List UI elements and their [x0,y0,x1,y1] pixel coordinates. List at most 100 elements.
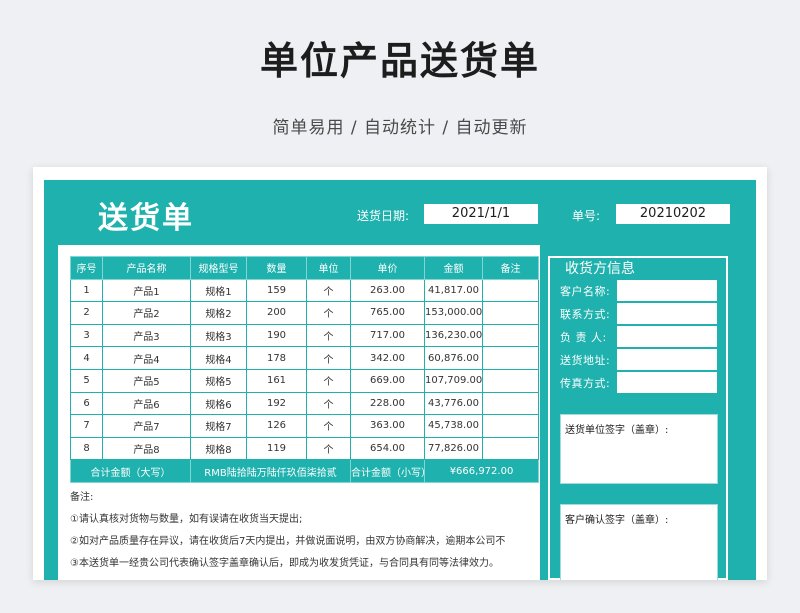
cell-quantity[interactable]: 119 [246,436,307,461]
page-subtitle: 简单易用 / 自动统计 / 自动更新 [272,118,528,138]
cell-quantity[interactable]: 161 [246,368,307,393]
cell-product-name[interactable]: 产品6 [102,391,191,416]
address-input[interactable] [617,349,717,370]
cell-unit-price[interactable]: 669.00 [350,368,425,393]
cell-index[interactable]: 3 [70,323,103,348]
cell-index[interactable]: 7 [70,414,103,438]
note-line: ③本送货单一经贵公司代表确认签字盖章确认后，即成为收发货凭证，与合同具有同等法律… [70,558,499,569]
cell-amount[interactable]: 60,876.00 [424,346,483,370]
cell-remark[interactable] [482,346,539,370]
contact-input[interactable] [617,303,717,324]
cell-index[interactable]: 6 [70,391,103,416]
table-row: 6 产品6 规格6 192 个 228.00 43,776.00 [70,391,539,416]
receiver-field-manager: 负 责 人: [560,326,720,347]
cell-product-name[interactable]: 产品7 [102,414,191,438]
cell-remark[interactable] [482,368,539,393]
delivery-date-label: 送货日期: [357,209,410,223]
note-line: ①请认真核对货物与数量，如有误请在收货当天提出; [70,514,303,525]
receiver-field-contact: 联系方式: [560,303,720,324]
fax-input[interactable] [617,372,717,393]
header-spec: 规格型号 [190,256,247,280]
cell-spec[interactable]: 规格7 [190,414,247,438]
cell-unit-price[interactable]: 228.00 [350,391,425,416]
receiver-field-label: 传真方式: [560,377,611,390]
cell-quantity[interactable]: 126 [246,414,307,438]
cell-product-name[interactable]: 产品5 [102,368,191,393]
table-header-row: 序号 产品名称 规格型号 数量 单位 单价 金额 备注 [70,256,539,280]
cell-product-name[interactable]: 产品2 [102,301,191,325]
cell-spec[interactable]: 规格3 [190,323,247,348]
receiver-field-label: 送货地址: [560,354,611,367]
cell-remark[interactable] [482,436,539,461]
cell-product-name[interactable]: 产品8 [102,436,191,461]
receiver-field-label: 客户名称: [560,285,611,298]
cell-spec[interactable]: 规格5 [190,368,247,393]
receiver-title: 收货方信息 [565,261,635,277]
cell-unit[interactable]: 个 [306,391,351,416]
page-title: 单位产品送货单 [259,39,540,83]
cell-spec[interactable]: 规格4 [190,346,247,370]
cell-unit-price[interactable]: 263.00 [350,278,425,303]
cell-unit-price[interactable]: 717.00 [350,323,425,348]
cell-spec[interactable]: 规格8 [190,436,247,461]
cell-amount[interactable]: 153,000.00 [424,301,483,325]
cell-remark[interactable] [482,301,539,325]
cell-spec[interactable]: 规格1 [190,278,247,303]
header-unit-price: 单价 [350,256,425,280]
cell-quantity[interactable]: 192 [246,391,307,416]
cell-product-name[interactable]: 产品4 [102,346,191,370]
table-row: 5 产品5 规格5 161 个 669.00 107,709.00 [70,368,539,393]
header-unit: 单位 [306,256,351,280]
cell-quantity[interactable]: 178 [246,346,307,370]
cell-spec[interactable]: 规格6 [190,391,247,416]
cell-spec[interactable]: 规格2 [190,301,247,325]
cell-amount[interactable]: 77,826.00 [424,436,483,461]
cell-unit-price[interactable]: 765.00 [350,301,425,325]
cell-unit[interactable]: 个 [306,278,351,303]
cell-amount[interactable]: 107,709.00 [424,368,483,393]
delivery-date-field[interactable]: 2021/1/1 [424,204,538,224]
cell-unit[interactable]: 个 [306,346,351,370]
cell-unit[interactable]: 个 [306,323,351,348]
customer-signature-box[interactable]: 客户确认签字（盖章）: [560,504,718,580]
cell-product-name[interactable]: 产品1 [102,278,191,303]
customer-name-input[interactable] [617,280,717,301]
cell-unit-price[interactable]: 654.00 [350,436,425,461]
cell-product-name[interactable]: 产品3 [102,323,191,348]
cell-index[interactable]: 1 [70,278,103,303]
manager-input[interactable] [617,326,717,347]
order-number-label: 单号: [572,209,601,223]
cell-remark[interactable] [482,323,539,348]
cell-amount[interactable]: 41,817.00 [424,278,483,303]
cell-unit[interactable]: 个 [306,368,351,393]
receiver-field-customer: 客户名称: [560,280,720,301]
cell-quantity[interactable]: 200 [246,301,307,325]
total-upper-label: 合计金额（大写） [70,459,191,483]
cell-unit[interactable]: 个 [306,414,351,438]
cell-index[interactable]: 4 [70,346,103,370]
cell-index[interactable]: 2 [70,301,103,325]
cell-quantity[interactable]: 159 [246,278,307,303]
cell-unit[interactable]: 个 [306,436,351,461]
cell-remark[interactable] [482,391,539,416]
cell-index[interactable]: 8 [70,436,103,461]
cell-unit[interactable]: 个 [306,301,351,325]
cell-unit-price[interactable]: 363.00 [350,414,425,438]
cell-index[interactable]: 5 [70,368,103,393]
notes-section: 备注: ①请认真核对货物与数量，如有误请在收货当天提出; ②如对产品质量存在异议… [70,487,538,575]
table-row: 4 产品4 规格4 178 个 342.00 60,876.00 [70,346,539,370]
header-amount: 金额 [424,256,483,280]
cell-unit-price[interactable]: 342.00 [350,346,425,370]
cell-quantity[interactable]: 190 [246,323,307,348]
order-number-field[interactable]: 20210202 [616,204,730,224]
cell-amount[interactable]: 43,776.00 [424,391,483,416]
cell-remark[interactable] [482,278,539,303]
header-quantity: 数量 [246,256,307,280]
receiver-field-fax: 传真方式: [560,372,720,393]
cell-amount[interactable]: 136,230.00 [424,323,483,348]
cell-remark[interactable] [482,414,539,438]
delivery-note-title: 送货单 [98,201,194,236]
receiver-field-address: 送货地址: [560,349,720,370]
cell-amount[interactable]: 45,738.00 [424,414,483,438]
sender-signature-box[interactable]: 送货单位签字（盖章）: [560,414,718,484]
